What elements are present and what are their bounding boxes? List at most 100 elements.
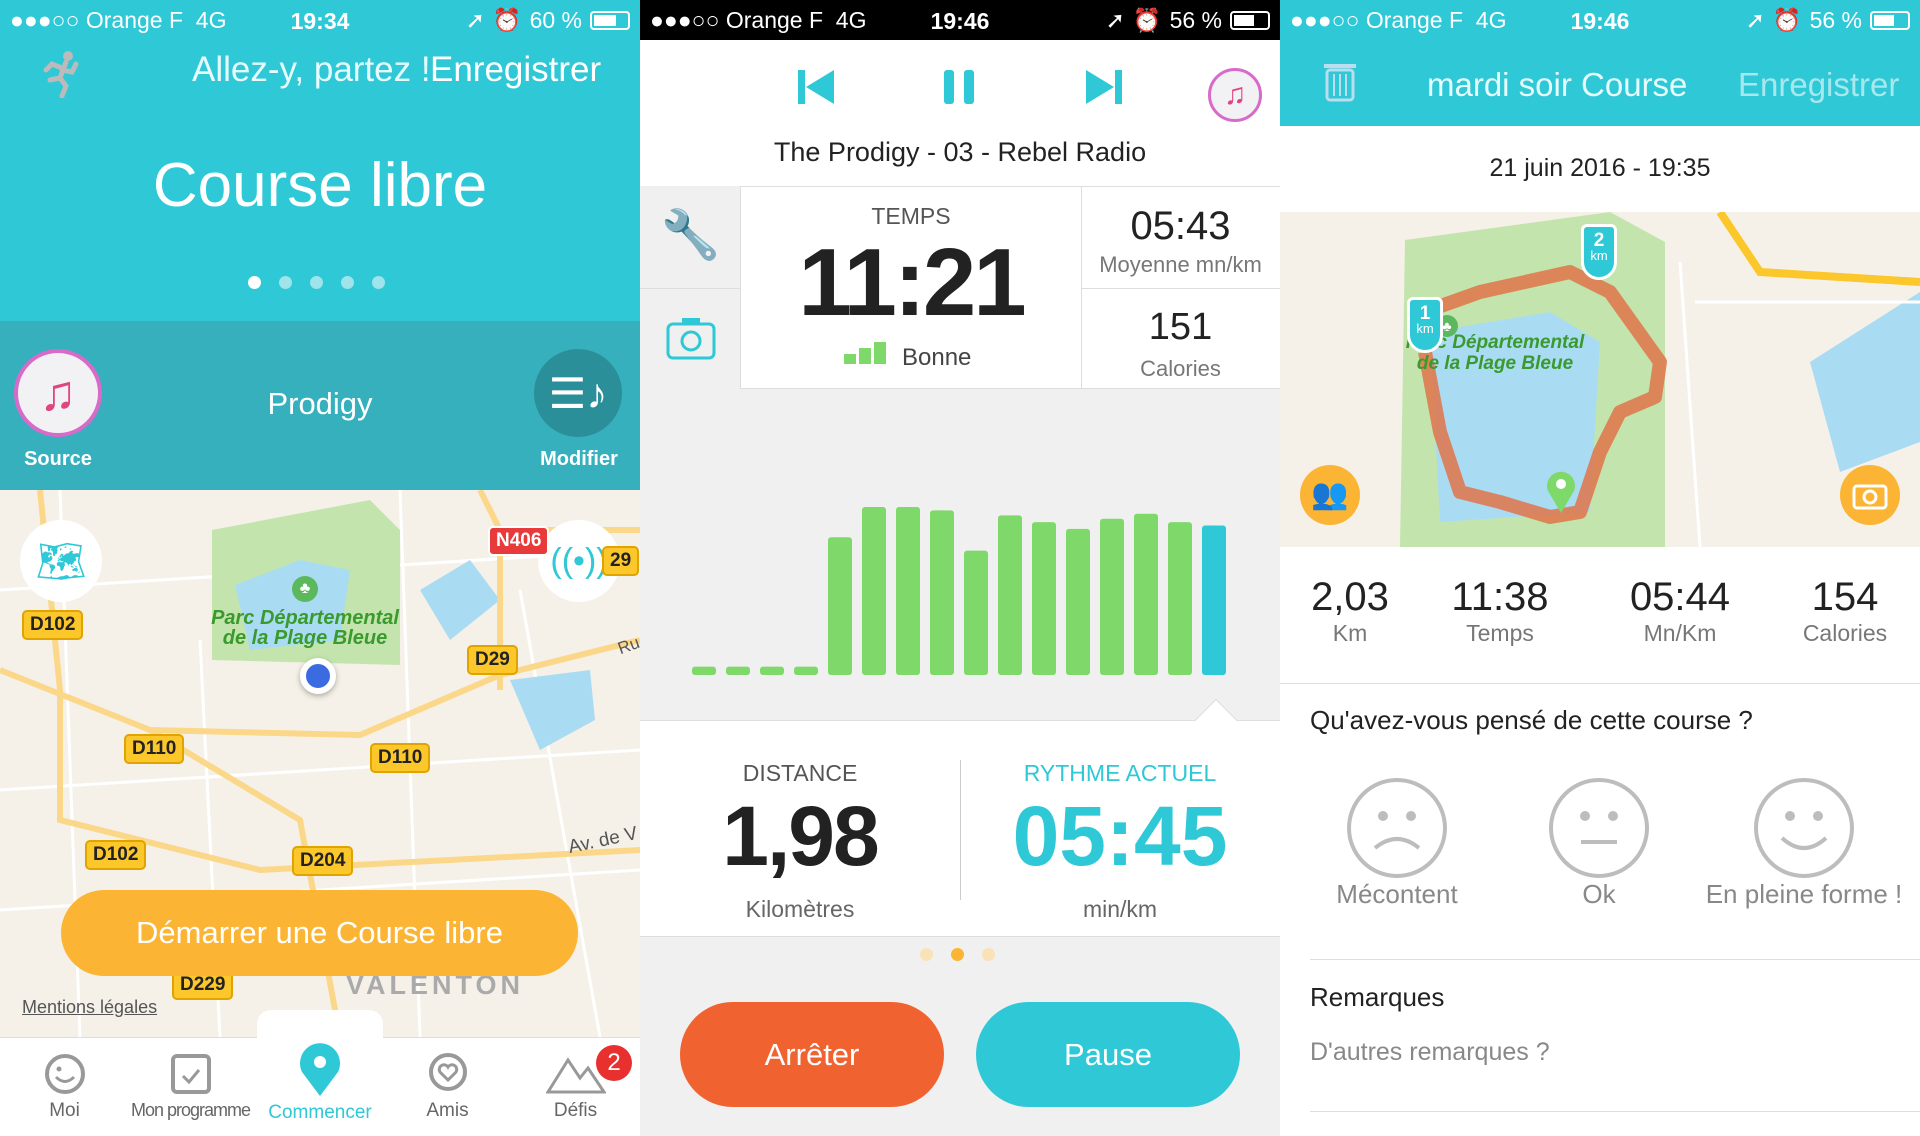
pause-track-button[interactable] [942,68,978,106]
pace-bar [1168,522,1192,675]
km-marker-number: 1 [1419,303,1431,324]
average-pace: 05:43 [1130,204,1231,248]
tab-label: Défis [553,1100,598,1121]
tab-label: Mon programme [130,1100,251,1120]
route-map[interactable]: ♣ Parc Départemental de la Plage Bleue 1k… [1280,212,1920,547]
friends-button[interactable]: 👥 [1300,465,1360,525]
stat-label: Temps [1466,620,1534,646]
mood-label[interactable]: Ok [1499,879,1699,910]
road-label: N406 [488,526,550,556]
location-pin-icon [300,1043,340,1096]
tab-commencer[interactable]: Commencer [257,1030,383,1124]
current-pace-label: RYTHME ACTUEL [1023,760,1217,786]
divider [1310,1111,1920,1112]
save-button[interactable]: Enregistrer [430,50,601,90]
page-indicator[interactable] [920,948,995,961]
calendar-check-icon [170,1054,211,1094]
km-marker-unit: km [1590,248,1608,263]
map-icon: 🗺 [35,539,87,584]
time-label: TEMPS [871,203,951,229]
divider [1280,683,1920,684]
free-run-screen: ●●●○○ Orange F 4G 19:34 ➚ ⏰ 60 % Allez-y, … [0,0,640,1136]
runner-icon[interactable] [40,50,84,98]
pace-bar [964,550,988,675]
stat-calories: 154 Calories [1770,575,1920,647]
road-label: D29 [467,645,518,675]
road-label: D102 [85,840,147,870]
pace-bar [828,537,852,675]
road-label: 29 [602,546,640,576]
gps-signal-icon [844,342,886,364]
camera-button[interactable] [666,316,716,360]
divider [1081,288,1280,289]
mood-label[interactable]: Mécontent [1297,879,1497,910]
tab-amis[interactable]: Amis [385,1040,510,1122]
run-date: 21 juin 2016 - 19:35 [1489,154,1711,182]
pace-bar [862,507,886,675]
clock: 19:46 [1570,8,1630,34]
pause-button[interactable]: Pause [976,1002,1240,1107]
edit-playlist-button[interactable]: ☰♪ [534,349,622,437]
tab-mon-programme[interactable]: Mon programme [128,1040,253,1121]
km-marker-1: 1 km [1407,297,1443,353]
divider [640,288,741,289]
mood-great-icon[interactable] [1754,778,1854,878]
camera-icon [1852,484,1888,510]
stat-value: 05:44 [1629,575,1731,619]
tab-label: Commencer [268,1102,372,1123]
running-screen: ●●●○○ Orange F 4G 19:46 ➚ ⏰ 56 % ♫ The Pro… [640,0,1280,1136]
header-subtitle: Allez-y, partez ! [192,50,431,89]
current-location-dot [300,658,336,694]
wrench-icon: 🔧 [660,209,721,262]
park-tree-icon: ♣ [292,576,318,602]
start-free-run-button[interactable]: Démarrer une Course libre [61,890,578,976]
settings-wrench-button[interactable]: 🔧 [640,206,741,263]
trash-button[interactable] [1322,58,1358,102]
road-label: D102 [22,610,84,640]
calories-label: Calories [1140,356,1221,381]
battery-icon [1230,10,1270,30]
pace-bar [1100,518,1124,675]
remarks-input[interactable]: D'autres remarques ? [1310,1038,1910,1067]
save-button[interactable]: Enregistrer [1738,66,1899,104]
park-name-2: de la Plage Bleue [1416,353,1574,374]
stat-value: 2,03 [1311,575,1389,619]
tab-moi[interactable]: Moi [2,1040,127,1122]
smiley-icon [44,1054,85,1094]
page-indicator[interactable] [248,276,385,289]
stat-pace: 05:44 Mn/Km [1600,575,1760,647]
previous-track-button[interactable] [796,68,836,106]
run-title[interactable]: mardi soir Course [1427,66,1687,104]
stop-button[interactable]: Arrêter [680,1002,944,1107]
pace-bar [1032,522,1056,675]
feedback-question: Qu'avez-vous pensé de cette course ? [1310,705,1753,735]
mood-ok-icon[interactable] [1549,778,1649,878]
pace-chart [640,389,1280,720]
km-marker-2: 2 km [1581,224,1617,280]
mood-label[interactable]: En pleine forme ! [1684,879,1920,910]
pace-bar [726,666,750,675]
run-summary-screen: ●●●○○ Orange F 4G 19:46 ➚ ⏰ 56 % mardi soi… [1280,0,1920,1136]
pace-bar [896,507,920,675]
park-label: Parc Départemental de la Plage Bleue [195,608,415,648]
add-photo-button[interactable] [1840,465,1900,525]
map-view-button[interactable]: 🗺 [20,520,102,602]
distance-unit: Kilomètres [745,896,855,922]
road-label: D204 [292,846,354,876]
playlist-icon: ☰♪ [548,369,608,417]
broadcast-icon: ((•)) [550,541,608,580]
pace-unit: min/km [1082,896,1158,922]
edit-label: Modifier [540,448,618,470]
next-track-button[interactable] [1084,68,1124,106]
mood-unhappy-icon[interactable] [1347,778,1447,878]
legal-link[interactable]: Mentions légales [22,997,157,1018]
source-label: Source [24,448,92,470]
current-pace-value: 05:45 [1012,789,1228,883]
friends-icon: 👥 [1311,478,1349,511]
road-label: D110 [370,743,431,773]
stat-time: 11:38 Temps [1420,575,1580,647]
pace-bar [930,510,954,675]
park-name-2: de la Plage Bleue [222,627,388,649]
itunes-icon[interactable]: ♫ [1208,68,1262,122]
pace-bar [1202,525,1226,675]
